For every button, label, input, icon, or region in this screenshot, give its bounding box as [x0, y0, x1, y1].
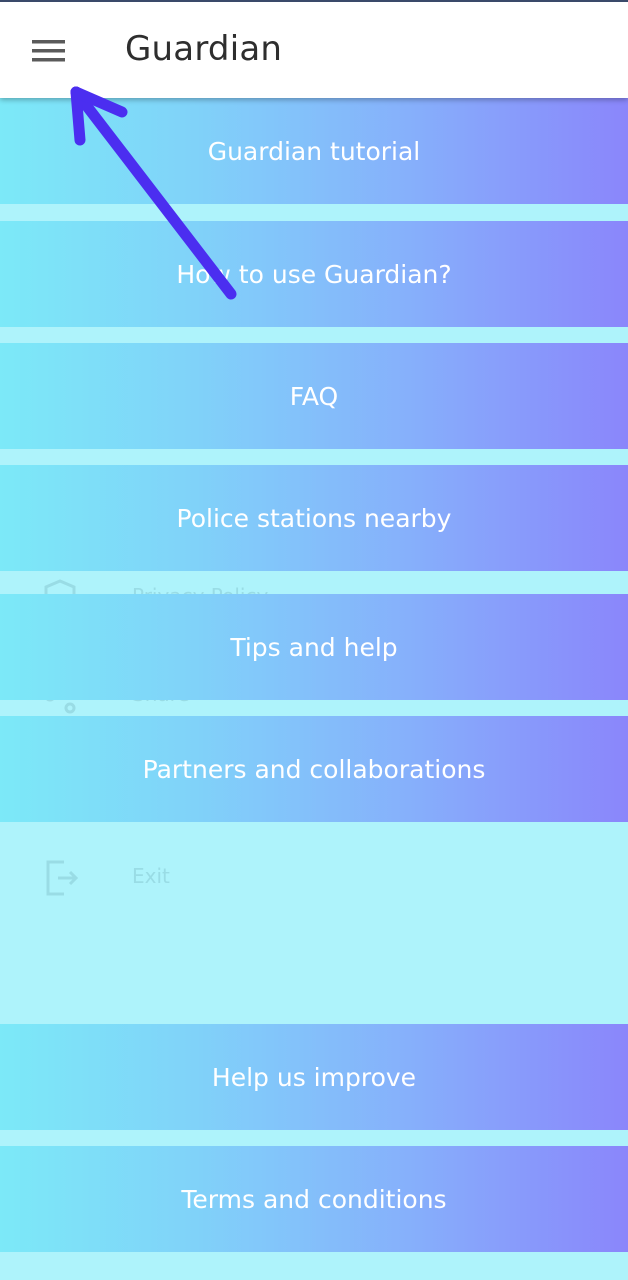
- banner-terms-and-conditions[interactable]: Terms and conditions: [0, 1146, 628, 1252]
- banner-tips-and-help[interactable]: Tips and help: [0, 594, 628, 700]
- banner-faq[interactable]: FAQ: [0, 343, 628, 449]
- app-title: Guardian: [125, 29, 283, 69]
- banner-how-to-use[interactable]: How to use Guardian?: [0, 221, 628, 327]
- drawer-item-label: Exit: [132, 864, 170, 888]
- banner-police-stations[interactable]: Police stations nearby: [0, 465, 628, 571]
- banner-help-us-improve[interactable]: Help us improve: [0, 1024, 628, 1130]
- banner-label: Police stations nearby: [176, 503, 452, 533]
- hamburger-menu-icon[interactable]: [28, 32, 70, 68]
- banner-partners[interactable]: Partners and collaborations: [0, 716, 628, 822]
- banner-label: Partners and collaborations: [142, 754, 486, 784]
- banner-label: Tips and help: [230, 632, 398, 662]
- exit-icon: [42, 858, 82, 903]
- banner-label: Help us improve: [211, 1062, 417, 1092]
- banner-label: Terms and conditions: [181, 1184, 447, 1214]
- banner-label: How to use Guardian?: [176, 259, 452, 289]
- banner-label: Guardian tutorial: [207, 136, 421, 166]
- banner-guardian-tutorial[interactable]: Guardian tutorial: [0, 98, 628, 204]
- banner-label: FAQ: [289, 381, 339, 411]
- app-bar: Guardian: [0, 0, 628, 98]
